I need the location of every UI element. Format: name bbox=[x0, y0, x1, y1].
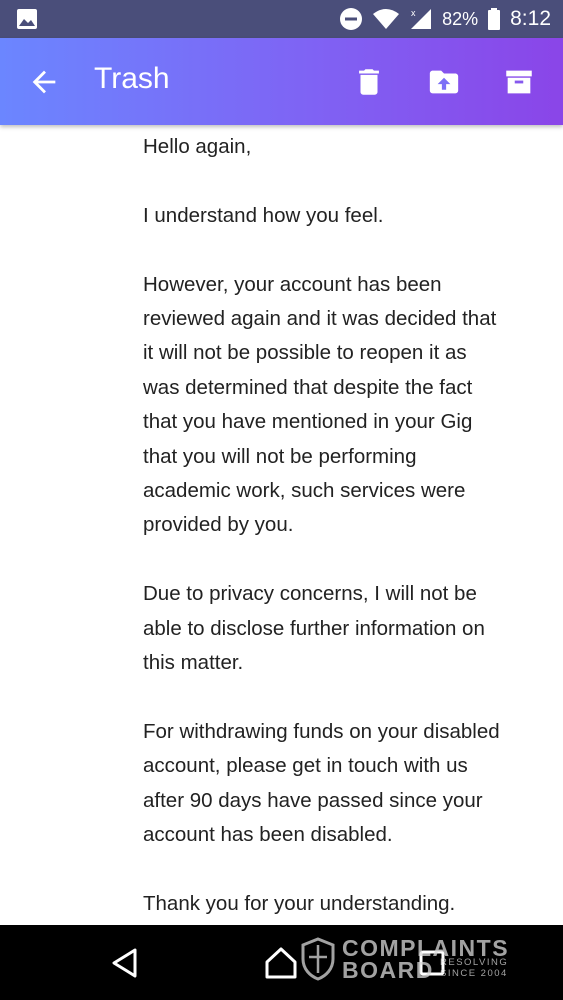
battery-icon bbox=[488, 8, 501, 30]
app-bar: Trash bbox=[0, 38, 563, 125]
watermark-logo: COMPLAINTS BOARD RESOLVING SINCE 2004 bbox=[300, 935, 520, 985]
clock: 8:12 bbox=[510, 7, 551, 30]
image-notification-icon bbox=[17, 9, 37, 29]
paragraph-review: However, your account has been reviewed … bbox=[143, 272, 497, 537]
back-triangle-icon[interactable] bbox=[110, 947, 140, 979]
shield-icon bbox=[301, 937, 335, 981]
battery-percent: 82% bbox=[442, 8, 479, 29]
watermark-line2: BOARD bbox=[342, 957, 434, 983]
page-title: Trash bbox=[94, 62, 170, 95]
delete-icon[interactable] bbox=[352, 65, 386, 99]
watermark-tagline-1: RESOLVING bbox=[440, 957, 509, 968]
paragraph-withdrawing: For withdrawing funds on your disabled a… bbox=[143, 719, 500, 847]
back-arrow-icon[interactable] bbox=[26, 65, 62, 99]
archive-icon[interactable] bbox=[502, 65, 536, 99]
dnd-icon bbox=[340, 8, 363, 30]
wifi-icon bbox=[373, 9, 400, 29]
paragraph-greeting: Hello again, bbox=[143, 135, 252, 158]
paragraph-understand: I understand how you feel. bbox=[143, 203, 384, 227]
home-icon[interactable] bbox=[263, 945, 299, 981]
paragraph-privacy: Due to privacy concerns, I will not be a… bbox=[143, 582, 485, 675]
svg-text:x: x bbox=[411, 8, 416, 18]
watermark-tagline: RESOLVING SINCE 2004 bbox=[440, 957, 508, 979]
watermark-tagline-2: SINCE 2004 bbox=[440, 968, 508, 979]
move-to-inbox-icon[interactable] bbox=[427, 65, 461, 99]
signal-icon: x bbox=[411, 8, 432, 29]
email-body: Hello again, I understand how you feel. … bbox=[143, 130, 543, 921]
status-bar: x 82% 8:12 bbox=[0, 0, 563, 38]
paragraph-thanks: Thank you for your understanding. bbox=[143, 891, 456, 915]
